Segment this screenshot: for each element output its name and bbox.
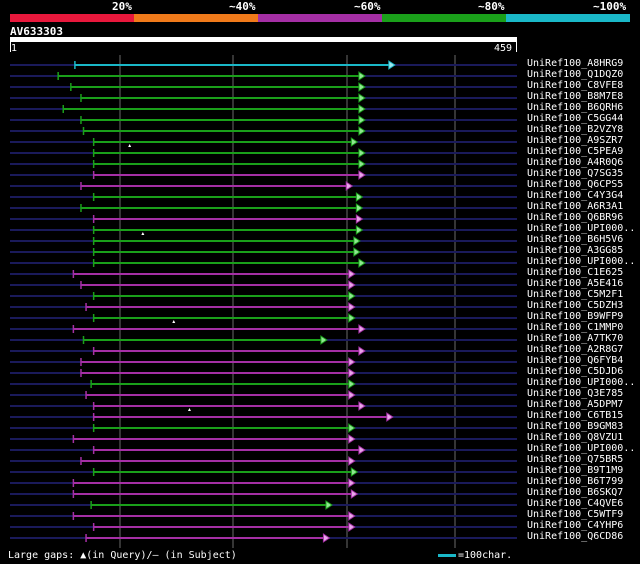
hit-label[interactable]: UniRef100_A2R8G7 xyxy=(527,345,623,355)
hit-label[interactable]: UniRef100_UPI000.. xyxy=(527,378,635,388)
hit-end-arrow xyxy=(358,346,366,356)
hit-end-arrow xyxy=(355,214,364,224)
hit-end-arrow xyxy=(348,522,356,532)
hit-end-arrow xyxy=(350,467,359,477)
hit-label[interactable]: UniRef100_UPI000.. xyxy=(527,444,635,454)
hit-label[interactable]: UniRef100_B9GM83 xyxy=(527,422,623,432)
scale-swatch xyxy=(438,553,456,557)
hit-label[interactable]: UniRef100_C5M2F1 xyxy=(527,290,623,300)
query-gap-marker xyxy=(141,232,145,235)
hit-label[interactable]: UniRef100_UPI000.. xyxy=(527,257,635,267)
hit-end-arrow xyxy=(348,357,356,367)
hit-label[interactable]: UniRef100_C4Y3G4 xyxy=(527,191,623,201)
hit-end-arrow xyxy=(358,148,366,158)
hit-end-arrow xyxy=(348,379,356,389)
hit-end-arrow xyxy=(355,203,364,213)
hit-end-arrow xyxy=(350,137,359,147)
hit-label[interactable]: UniRef100_Q6CD86 xyxy=(527,532,623,542)
query-gap-marker xyxy=(187,408,191,411)
hit-end-arrow xyxy=(358,115,366,125)
hit-end-arrow xyxy=(355,225,364,235)
hit-label[interactable]: UniRef100_A8HRG9 xyxy=(527,59,623,69)
query-gap-marker xyxy=(172,320,176,323)
hit-label[interactable]: UniRef100_Q8VZU1 xyxy=(527,433,623,443)
hit-label[interactable]: UniRef100_B9WFP9 xyxy=(527,312,623,322)
hit-label[interactable]: UniRef100_C1E625 xyxy=(527,268,623,278)
hit-end-arrow xyxy=(355,192,364,202)
hit-end-arrow xyxy=(358,159,366,169)
hit-end-arrow xyxy=(350,489,359,499)
hit-label[interactable]: UniRef100_B6QRH6 xyxy=(527,103,623,113)
hit-end-arrow xyxy=(348,478,356,488)
hit-end-arrow xyxy=(348,280,356,290)
hit-label[interactable]: UniRef100_C5DJD6 xyxy=(527,367,623,377)
hit-label[interactable]: UniRef100_B2VZY8 xyxy=(527,125,623,135)
hit-end-arrow xyxy=(358,170,366,180)
hit-end-arrow xyxy=(358,82,366,92)
scale-legend-text: =100char. xyxy=(458,550,513,561)
hit-label[interactable]: UniRef100_A9SZR7 xyxy=(527,136,623,146)
hit-label[interactable]: UniRef100_A5DPM7 xyxy=(527,400,623,410)
hit-end-arrow xyxy=(348,390,356,400)
hit-end-arrow xyxy=(348,313,356,323)
hit-label[interactable]: UniRef100_A6R3A1 xyxy=(527,202,623,212)
hit-end-arrow xyxy=(325,500,333,510)
hit-end-arrow xyxy=(358,104,366,114)
hit-end-arrow xyxy=(345,181,354,191)
hit-end-arrow xyxy=(358,445,366,455)
hit-end-arrow xyxy=(348,302,356,312)
hit-end-arrow xyxy=(388,60,396,70)
hit-label[interactable]: UniRef100_UPI000.. xyxy=(527,224,635,234)
hit-label[interactable]: UniRef100_C1MMP0 xyxy=(527,323,623,333)
gaps-legend: Large gaps: ▲(in Query)/– (in Subject) xyxy=(8,550,237,561)
hit-end-arrow xyxy=(348,291,356,301)
hit-label[interactable]: UniRef100_Q6CPS5 xyxy=(527,180,623,190)
hit-label[interactable]: UniRef100_C8VFE8 xyxy=(527,81,623,91)
hit-end-arrow xyxy=(320,335,328,345)
query-gap-marker xyxy=(128,144,132,147)
hit-label[interactable]: UniRef100_A4R0Q6 xyxy=(527,158,623,168)
hit-end-arrow xyxy=(358,401,366,411)
hit-label[interactable]: UniRef100_C5GG44 xyxy=(527,114,623,124)
hit-label[interactable]: UniRef100_C5WTF9 xyxy=(527,510,623,520)
hit-end-arrow xyxy=(348,434,356,444)
hit-label[interactable]: UniRef100_C5PEA9 xyxy=(527,147,623,157)
hit-label[interactable]: UniRef100_B6T799 xyxy=(527,477,623,487)
hit-label[interactable]: UniRef100_Q6FYB4 xyxy=(527,356,623,366)
hit-label[interactable]: UniRef100_C5DZH3 xyxy=(527,301,623,311)
hit-label[interactable]: UniRef100_Q3E785 xyxy=(527,389,623,399)
hit-end-arrow xyxy=(358,71,366,81)
hit-label[interactable]: UniRef100_B9T1M9 xyxy=(527,466,623,476)
hit-end-arrow xyxy=(358,324,366,334)
hit-label[interactable]: UniRef100_Q1DQZ0 xyxy=(527,70,623,80)
hit-label[interactable]: UniRef100_A3GG85 xyxy=(527,246,623,256)
hit-end-arrow xyxy=(358,93,366,103)
hit-label[interactable]: UniRef100_A7TK70 xyxy=(527,334,623,344)
hit-end-arrow xyxy=(358,258,366,268)
hit-end-arrow xyxy=(353,236,361,246)
hit-end-arrow xyxy=(348,368,356,378)
scale-legend: =100char. xyxy=(438,550,512,561)
hit-label[interactable]: UniRef100_B6SKQ7 xyxy=(527,488,623,498)
hit-label[interactable]: UniRef100_A5E416 xyxy=(527,279,623,289)
hit-end-arrow xyxy=(322,533,331,543)
hit-end-arrow xyxy=(348,456,356,466)
hit-label[interactable]: UniRef100_C6TB15 xyxy=(527,411,623,421)
hit-end-arrow xyxy=(348,423,356,433)
hit-label[interactable]: UniRef100_C4YHP6 xyxy=(527,521,623,531)
hit-label[interactable]: UniRef100_Q7SG35 xyxy=(527,169,623,179)
hit-label[interactable]: UniRef100_B8M7E8 xyxy=(527,92,623,102)
hit-end-arrow xyxy=(386,412,394,422)
hit-label[interactable]: UniRef100_B6H5V6 xyxy=(527,235,623,245)
hit-end-arrow xyxy=(353,247,361,257)
hit-label[interactable]: UniRef100_Q6BR96 xyxy=(527,213,623,223)
hit-end-arrow xyxy=(348,269,356,279)
hit-end-arrow xyxy=(358,126,366,136)
hit-end-arrow xyxy=(348,511,356,521)
hit-label[interactable]: UniRef100_Q75BR5 xyxy=(527,455,623,465)
hit-label[interactable]: UniRef100_C4QVE6 xyxy=(527,499,623,509)
